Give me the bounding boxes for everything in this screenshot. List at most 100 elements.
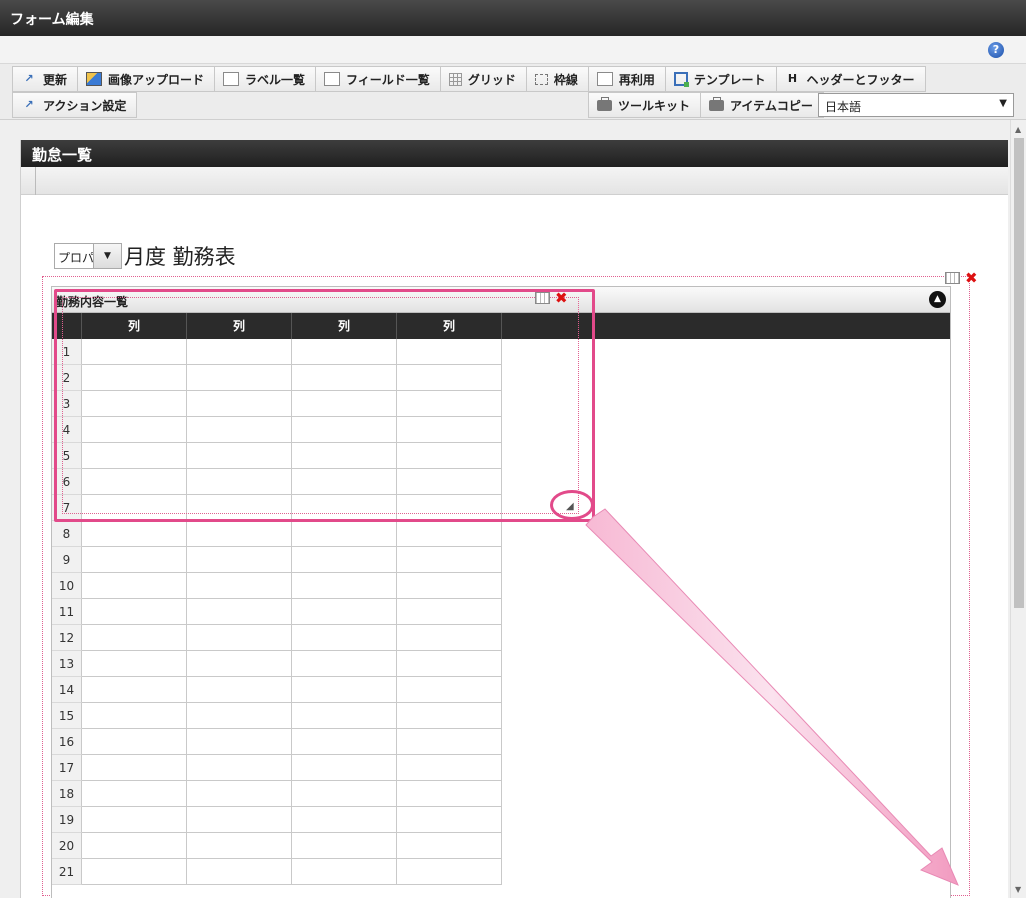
delete-icon[interactable]: ✖ (965, 271, 978, 286)
table-settings-icon[interactable] (945, 272, 960, 284)
table-cell[interactable] (82, 703, 187, 729)
table-cell[interactable] (397, 599, 502, 625)
table-cell[interactable] (292, 573, 397, 599)
collapse-icon[interactable]: ▲ (929, 291, 946, 308)
field-list-button[interactable]: フィールド一覧 (316, 66, 441, 92)
row-number: 16 (52, 729, 82, 755)
table-cell[interactable] (82, 651, 187, 677)
table-cell[interactable] (397, 781, 502, 807)
table-cell[interactable] (292, 521, 397, 547)
reuse-button[interactable]: 再利用 (588, 66, 666, 92)
table-cell[interactable] (82, 677, 187, 703)
table-cell[interactable] (292, 599, 397, 625)
table-cell[interactable] (82, 729, 187, 755)
table-cell[interactable] (187, 729, 292, 755)
label-list-button[interactable]: ラベル一覧 (215, 66, 317, 92)
table-cell[interactable] (187, 573, 292, 599)
table-row: 16 (52, 729, 950, 755)
table-cell[interactable] (292, 677, 397, 703)
table-cell[interactable] (292, 547, 397, 573)
table-cell[interactable] (187, 833, 292, 859)
table-cell[interactable] (292, 781, 397, 807)
language-select[interactable]: 日本語 ▼ (818, 93, 1014, 117)
table-cell[interactable] (187, 651, 292, 677)
form-title: プロパ ▼ 月度 勤務表 (54, 241, 236, 271)
table-cell[interactable] (82, 859, 187, 885)
border-label: 枠線 (553, 72, 578, 87)
table-cell[interactable] (397, 703, 502, 729)
table-cell[interactable] (82, 625, 187, 651)
resize-grip-icon[interactable]: ◢ (566, 501, 574, 512)
table-cell[interactable] (82, 521, 187, 547)
table-cell[interactable] (187, 547, 292, 573)
template-button[interactable]: テンプレート (665, 66, 777, 92)
page-subbar (21, 167, 1008, 195)
scroll-up-icon[interactable]: ▲ (1015, 125, 1021, 134)
row-number: 14 (52, 677, 82, 703)
month-select[interactable]: プロパ ▼ (54, 243, 122, 269)
table-cell[interactable] (82, 599, 187, 625)
item-copy-button[interactable]: アイテムコピー (701, 92, 824, 118)
table-cell[interactable] (292, 833, 397, 859)
table-cell[interactable] (82, 573, 187, 599)
toolbar-row-1: ↗ 更新 画像アップロード ラベル一覧 フィールド一覧 グリッド 枠線 再利用 テ… (12, 66, 926, 92)
grid-button[interactable]: グリッド (440, 66, 527, 92)
vertical-scrollbar[interactable]: ▲ ▼ (1010, 120, 1026, 898)
table-row: 13 (52, 651, 950, 677)
table-cell[interactable] (187, 807, 292, 833)
label-list-icon (223, 72, 240, 86)
table-cell[interactable] (397, 833, 502, 859)
table-cell[interactable] (292, 625, 397, 651)
table-cell[interactable] (82, 833, 187, 859)
update-button[interactable]: ↗ 更新 (12, 66, 79, 92)
image-upload-button[interactable]: 画像アップロード (78, 66, 216, 92)
table-cell[interactable] (187, 781, 292, 807)
table-cell[interactable] (187, 599, 292, 625)
table-cell[interactable] (397, 573, 502, 599)
table-cell[interactable] (292, 755, 397, 781)
table-cell[interactable] (187, 625, 292, 651)
table-cell[interactable] (292, 859, 397, 885)
table-cell[interactable] (187, 677, 292, 703)
row-number: 12 (52, 625, 82, 651)
item-copy-label: アイテムコピー (730, 98, 813, 113)
action-settings-button[interactable]: ↗ アクション設定 (12, 92, 138, 118)
chevron-down-icon[interactable]: ▼ (93, 244, 121, 268)
table-cell[interactable] (397, 547, 502, 573)
form-title-text: 月度 勤務表 (124, 245, 236, 269)
scrollbar-thumb[interactable] (1014, 138, 1024, 608)
table-cell[interactable] (397, 651, 502, 677)
table-cell[interactable] (82, 755, 187, 781)
table-cell[interactable] (397, 755, 502, 781)
table-cell[interactable] (292, 807, 397, 833)
border-button[interactable]: 枠線 (526, 66, 589, 92)
table-cell[interactable] (397, 807, 502, 833)
table-cell[interactable] (397, 859, 502, 885)
table-cell[interactable] (82, 781, 187, 807)
table-cell[interactable] (397, 625, 502, 651)
table-cell[interactable] (397, 521, 502, 547)
toolkit-button[interactable]: ツールキット (588, 92, 702, 118)
table-cell[interactable] (292, 703, 397, 729)
table-cell[interactable] (187, 703, 292, 729)
table-cell[interactable] (397, 729, 502, 755)
grid-label: グリッド (467, 72, 516, 87)
help-icon[interactable]: ? (988, 42, 1004, 58)
field-list-label: フィールド一覧 (346, 72, 430, 87)
table-cell[interactable] (187, 521, 292, 547)
highlight-box (54, 289, 595, 522)
table-cell[interactable] (82, 547, 187, 573)
table-cell[interactable] (292, 651, 397, 677)
header-footer-button[interactable]: H ヘッダーとフッター (776, 66, 926, 92)
row-number: 19 (52, 807, 82, 833)
scroll-down-icon[interactable]: ▼ (1015, 885, 1021, 894)
table-cell[interactable] (187, 755, 292, 781)
table-row: 8 (52, 521, 950, 547)
table-cell[interactable] (292, 729, 397, 755)
table-cell[interactable] (397, 677, 502, 703)
table-row: 10 (52, 573, 950, 599)
table-cell[interactable] (187, 859, 292, 885)
table-cell[interactable] (82, 807, 187, 833)
row-number: 13 (52, 651, 82, 677)
update-label: 更新 (43, 72, 68, 87)
